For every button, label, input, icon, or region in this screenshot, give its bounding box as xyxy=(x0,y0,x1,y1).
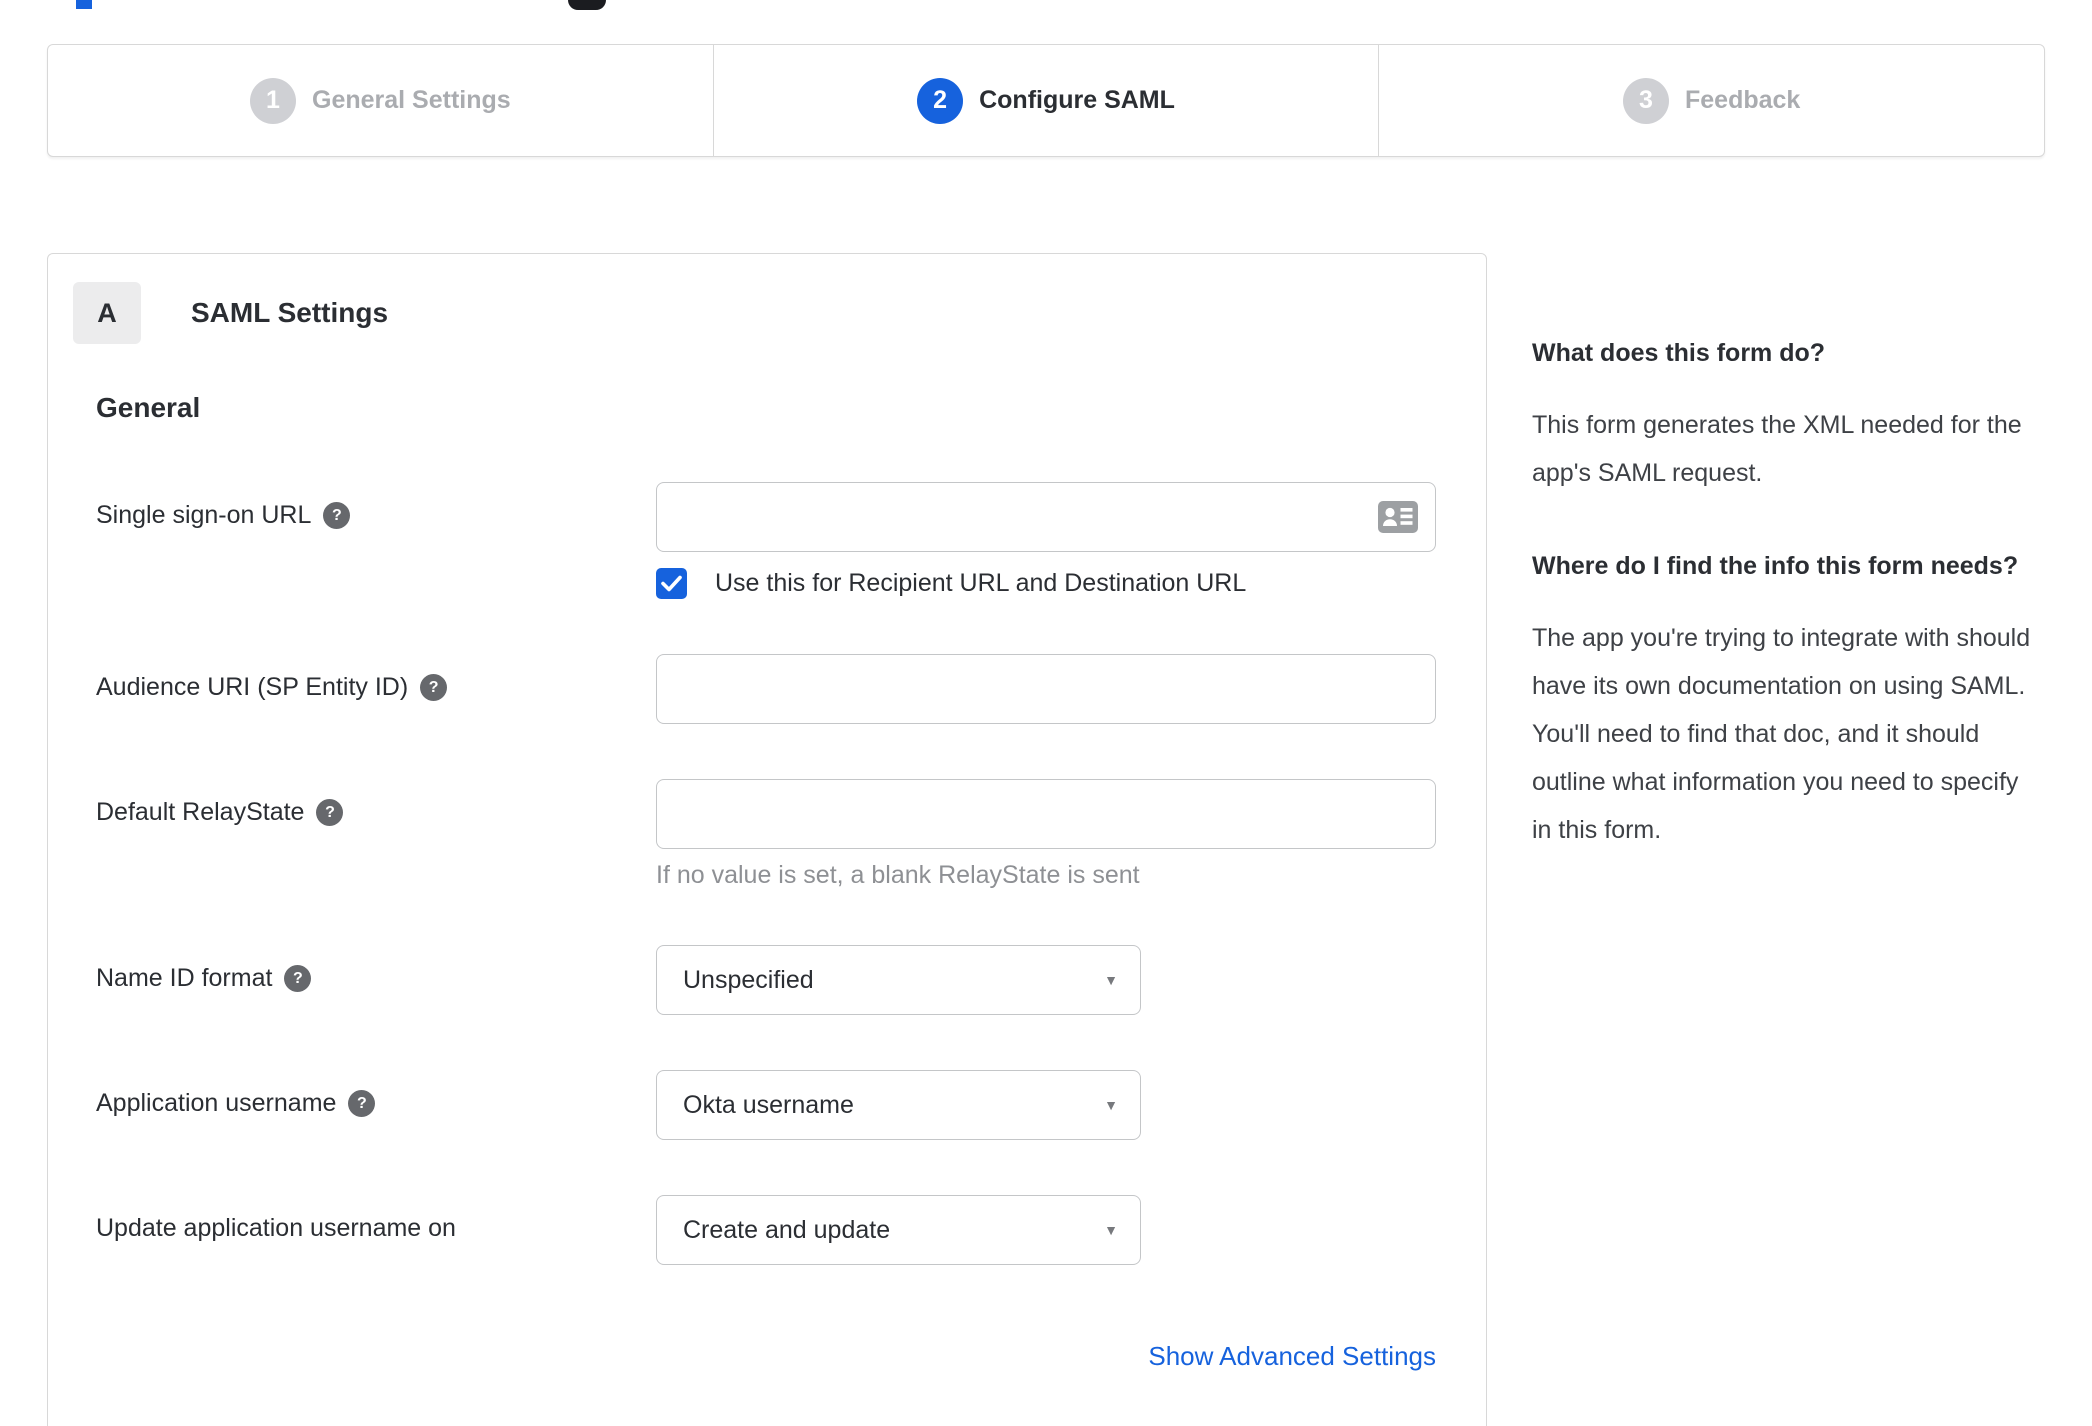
sso-checkbox-row: Use this for Recipient URL and Destinati… xyxy=(656,568,1486,599)
name-id-format-label-cell: Name ID format ? xyxy=(48,945,656,1015)
help-icon[interactable]: ? xyxy=(316,799,344,826)
step-2-circle: 2 xyxy=(917,77,964,124)
step-3-circle: 3 xyxy=(1623,77,1669,124)
step-3-label: Feedback xyxy=(1685,86,1801,114)
app-username-label-cell: Application username ? xyxy=(48,1070,656,1140)
page: 1 General Settings 2 Configure SAML 3 Fe… xyxy=(0,0,2092,1426)
general-group-title: General xyxy=(96,392,201,423)
help-icon[interactable]: ? xyxy=(323,502,351,529)
recipient-url-checkbox[interactable] xyxy=(656,568,687,599)
help-icon[interactable]: ? xyxy=(420,674,448,701)
help-icon[interactable]: ? xyxy=(284,965,312,992)
step-general-settings[interactable]: 1 General Settings xyxy=(48,45,713,156)
relay-state-input-wrap xyxy=(656,779,1436,849)
section-a-badge: A xyxy=(73,282,141,344)
form-row-audience-uri: Audience URI (SP Entity ID) ? xyxy=(48,654,1486,724)
sidebar-heading-where: Where do I find the info this form needs… xyxy=(1532,552,2019,580)
relay-state-control-cell: If no value is set, a blank RelayState i… xyxy=(656,779,1486,890)
update-username-value: Create and update xyxy=(683,1215,891,1244)
relay-state-label: Default RelayState xyxy=(96,798,305,826)
update-username-label-cell: Update application username on xyxy=(48,1195,656,1265)
name-id-format-select[interactable]: Unspecified ▼ xyxy=(656,945,1141,1015)
panel-header: A SAML Settings xyxy=(48,254,1486,344)
advanced-settings-row: Show Advanced Settings xyxy=(656,1341,1436,1372)
relay-state-hint: If no value is set, a blank RelayState i… xyxy=(656,861,1140,889)
app-username-control-cell: Okta username ▼ xyxy=(656,1070,1486,1140)
form-row-update-username: Update application username on Create an… xyxy=(48,1195,1486,1265)
header-icon-fragment xyxy=(568,0,606,10)
audience-uri-input[interactable] xyxy=(656,654,1436,724)
form-row-relay-state: Default RelayState ? If no value is set,… xyxy=(48,779,1486,890)
caret-down-icon: ▼ xyxy=(1104,972,1118,988)
app-username-label: Application username xyxy=(96,1089,337,1117)
audience-uri-label: Audience URI (SP Entity ID) xyxy=(96,673,409,701)
name-id-format-control-cell: Unspecified ▼ xyxy=(656,945,1486,1015)
sidebar-section-what: What does this form do? This form genera… xyxy=(1532,330,2044,497)
audience-uri-control-cell xyxy=(656,654,1486,724)
update-username-label: Update application username on xyxy=(96,1214,456,1242)
sso-url-input-wrap xyxy=(656,482,1436,552)
app-username-select[interactable]: Okta username ▼ xyxy=(656,1070,1141,1140)
sidebar-heading-what: What does this form do? xyxy=(1532,339,1826,367)
update-username-control-cell: Create and update ▼ xyxy=(656,1195,1486,1265)
app-username-value: Okta username xyxy=(683,1090,854,1119)
update-username-select[interactable]: Create and update ▼ xyxy=(656,1195,1141,1265)
caret-down-icon: ▼ xyxy=(1104,1222,1118,1238)
name-id-format-value: Unspecified xyxy=(683,965,814,994)
step-1-circle: 1 xyxy=(250,77,296,124)
step-configure-saml[interactable]: 2 Configure SAML xyxy=(712,45,1379,156)
app-logo-fragment xyxy=(76,0,92,9)
step-2-label: Configure SAML xyxy=(979,86,1175,114)
saml-form: Single sign-on URL ? Use this for Recipi… xyxy=(48,482,1486,1372)
contact-card-icon[interactable] xyxy=(1378,501,1418,538)
sso-url-label-cell: Single sign-on URL ? xyxy=(48,482,656,599)
section-title: SAML Settings xyxy=(191,297,389,328)
sso-url-control-cell: Use this for Recipient URL and Destinati… xyxy=(656,482,1486,599)
audience-uri-label-cell: Audience URI (SP Entity ID) ? xyxy=(48,654,656,724)
name-id-format-label: Name ID format xyxy=(96,964,273,992)
sidebar-body-what: This form generates the XML needed for t… xyxy=(1532,411,2022,487)
sso-url-label: Single sign-on URL xyxy=(96,501,312,529)
form-row-app-username: Application username ? Okta username ▼ xyxy=(48,1070,1486,1140)
step-feedback[interactable]: 3 Feedback xyxy=(1378,45,2044,156)
caret-down-icon: ▼ xyxy=(1104,1097,1118,1113)
sidebar-section-where: Where do I find the info this form needs… xyxy=(1532,543,2044,854)
relay-state-input[interactable] xyxy=(656,779,1436,849)
form-row-sso-url: Single sign-on URL ? Use this for Recipi… xyxy=(48,482,1486,599)
saml-settings-panel: A SAML Settings General Single sign-on U… xyxy=(47,253,1487,1426)
sidebar-body-where: The app you're trying to integrate with … xyxy=(1532,624,2031,844)
audience-uri-input-wrap xyxy=(656,654,1436,724)
step-1-label: General Settings xyxy=(312,86,511,114)
wizard-stepper: 1 General Settings 2 Configure SAML 3 Fe… xyxy=(47,44,2045,157)
sso-url-input[interactable] xyxy=(656,482,1436,552)
recipient-url-checkbox-label: Use this for Recipient URL and Destinati… xyxy=(715,569,1247,597)
show-advanced-settings-link[interactable]: Show Advanced Settings xyxy=(1148,1341,1436,1371)
form-row-name-id-format: Name ID format ? Unspecified ▼ xyxy=(48,945,1486,1015)
relay-state-label-cell: Default RelayState ? xyxy=(48,779,656,890)
help-sidebar: What does this form do? This form genera… xyxy=(1532,330,2044,854)
help-icon[interactable]: ? xyxy=(348,1090,376,1117)
